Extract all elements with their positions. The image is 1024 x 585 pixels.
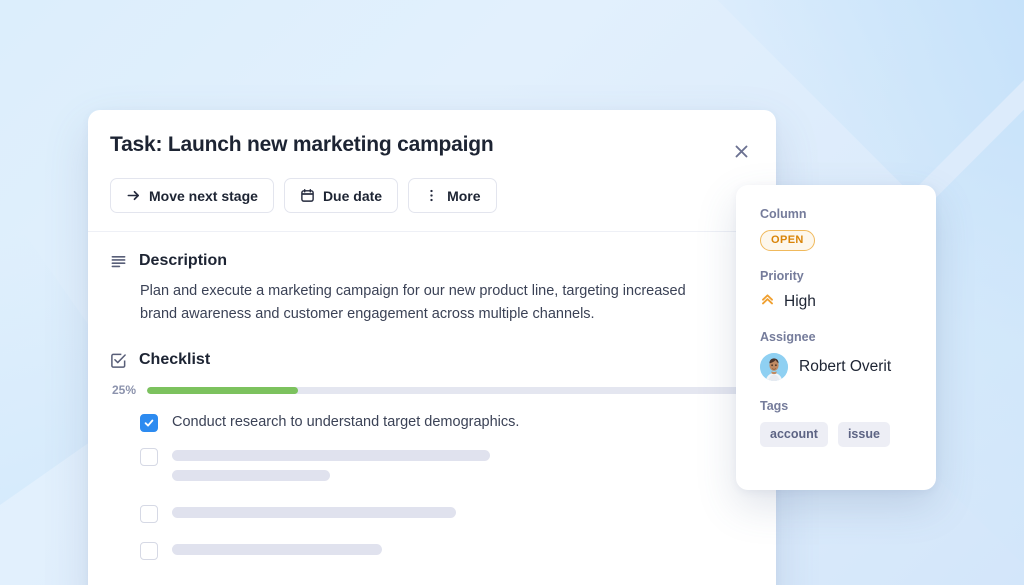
tags-field: Tags account issue xyxy=(760,399,912,447)
placeholder-lines xyxy=(172,541,750,564)
description-section: Description Plan and execute a marketing… xyxy=(110,252,750,325)
text-lines-icon xyxy=(110,253,127,270)
priority-value-row[interactable]: High xyxy=(760,292,912,312)
checkbox-unchecked[interactable] xyxy=(140,447,158,466)
tags-label: Tags xyxy=(760,399,789,413)
arrow-right-icon xyxy=(126,188,141,203)
list-item[interactable] xyxy=(140,504,750,527)
checkbox-checked[interactable] xyxy=(140,414,158,433)
task-detail-card: Task: Launch new marketing campaign Move… xyxy=(88,110,776,585)
tag-chip[interactable]: account xyxy=(760,422,828,447)
double-chevron-up-icon xyxy=(760,292,775,312)
assignee-label: Assignee xyxy=(760,330,816,344)
list-item[interactable] xyxy=(140,541,750,564)
column-field: Column OPEN xyxy=(760,207,912,251)
checklist-header: Checklist xyxy=(110,351,750,369)
list-item[interactable]: Conduct research to understand target de… xyxy=(140,413,750,433)
due-date-label: Due date xyxy=(322,187,383,204)
checklist-section: Checklist 25% Conduct research to unders… xyxy=(110,351,750,585)
progress-fill xyxy=(147,386,298,394)
more-label: More xyxy=(447,187,481,204)
placeholder-lines xyxy=(172,504,750,527)
priority-label: Priority xyxy=(760,269,804,283)
checkbox-checked-icon xyxy=(110,352,127,369)
more-vertical-icon xyxy=(424,188,439,203)
due-date-button[interactable]: Due date xyxy=(283,178,399,214)
assignee-name: Robert Overit xyxy=(799,358,892,375)
move-next-stage-button[interactable]: Move next stage xyxy=(110,178,274,214)
close-icon[interactable] xyxy=(728,138,754,164)
priority-field: Priority High xyxy=(760,269,912,312)
assignee-field: Assignee Robert Overit xyxy=(760,330,912,381)
card-body: Description Plan and execute a marketing… xyxy=(88,232,776,585)
calendar-icon xyxy=(300,188,315,203)
list-item[interactable] xyxy=(140,447,750,490)
task-meta-panel: Column OPEN Priority High Assignee Rober… xyxy=(736,185,936,490)
placeholder-bar xyxy=(172,449,490,461)
priority-value: High xyxy=(784,293,816,310)
status-badge[interactable]: OPEN xyxy=(760,230,815,251)
placeholder-bar xyxy=(172,469,330,481)
checklist-items: Conduct research to understand target de… xyxy=(140,413,750,564)
description-text: Plan and execute a marketing campaign fo… xyxy=(140,283,686,322)
description-title: Description xyxy=(139,252,228,270)
card-header: Task: Launch new marketing campaign Move… xyxy=(88,110,776,233)
page-title: Task: Launch new marketing campaign xyxy=(110,133,494,156)
placeholder-bar xyxy=(172,506,456,518)
tag-list: account issue xyxy=(760,422,912,447)
list-item-label: Conduct research to understand target de… xyxy=(172,414,520,431)
more-button[interactable]: More xyxy=(408,178,497,214)
progress-track xyxy=(147,386,750,394)
checkbox-unchecked[interactable] xyxy=(140,504,158,523)
checklist-progress: 25% xyxy=(110,383,750,397)
checkbox-unchecked[interactable] xyxy=(140,541,158,560)
column-label: Column xyxy=(760,207,807,221)
placeholder-bar xyxy=(172,543,382,555)
toolbar: Move next stage Due date More xyxy=(110,178,750,214)
placeholder-lines xyxy=(172,447,750,490)
tag-chip[interactable]: issue xyxy=(837,422,890,447)
progress-percent-label: 25% xyxy=(111,383,136,398)
assignee-value-row[interactable]: Robert Overit xyxy=(760,353,912,381)
checklist-title: Checklist xyxy=(139,351,211,369)
move-next-stage-label: Move next stage xyxy=(149,187,258,204)
description-header: Description xyxy=(110,252,750,270)
avatar xyxy=(760,353,788,381)
